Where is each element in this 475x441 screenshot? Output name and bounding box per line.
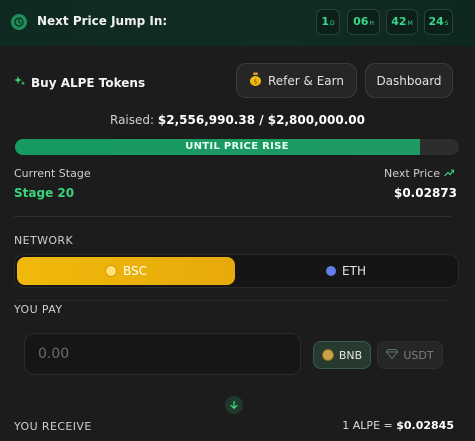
token-option-usdt-label: USDT [403, 348, 434, 362]
countdown-days-value: 1 [321, 15, 330, 28]
network-option-bsc-label: BSC [122, 264, 148, 278]
clock-icon [11, 14, 27, 30]
network-selector: BSC ETH [14, 254, 459, 288]
countdown-minutes-value: 42 [391, 15, 407, 28]
token-option-bnb[interactable]: BNB [313, 341, 371, 369]
countdown-seconds-unit: S [444, 20, 449, 27]
divider [14, 300, 451, 301]
you-pay-label: YOU PAY [14, 303, 63, 316]
sparkle-icon [14, 75, 26, 90]
countdown-days-unit: D [330, 20, 335, 27]
current-stage-label: Current Stage [14, 167, 91, 180]
countdown-days: 1 D [316, 9, 340, 35]
exchange-rate-prefix: 1 ALPE = [342, 419, 393, 432]
countdown-seconds-value: 24 [428, 15, 444, 28]
current-stage-value: Stage 20 [14, 186, 75, 200]
next-price-label: Next Price [384, 167, 440, 180]
exchange-rate: 1 ALPE = $0.02845 [342, 419, 454, 432]
divider [14, 216, 451, 217]
money-bag-icon: $ [249, 72, 262, 89]
countdown-hours-unit: H [369, 20, 374, 27]
next-price-value: $0.02873 [393, 186, 457, 200]
countdown-minutes-unit: M [407, 20, 413, 27]
raise-progress-bar: UNTIL PRICE RISE [15, 139, 459, 155]
network-label: NETWORK [14, 234, 74, 247]
countdown-hours: 06 H [347, 9, 380, 35]
trend-up-icon [444, 167, 455, 180]
usdt-diamond-icon [386, 348, 399, 362]
raised-prefix: Raised: [110, 113, 155, 127]
dashboard-button[interactable]: Dashboard [365, 63, 453, 98]
countdown-title: Next Price Jump In: [37, 14, 168, 28]
network-option-eth[interactable]: ETH [237, 257, 455, 285]
buy-title: Buy ALPE Tokens [14, 75, 145, 90]
refer-earn-label: Refer & Earn [268, 73, 344, 88]
countdown-minutes: 42 M [386, 9, 418, 35]
countdown-bar: Next Price Jump In: 1 D 06 H 42 M 24 S [0, 0, 475, 47]
raised-row: Raised: $2,556,990.38 / $2,800,000.00 [0, 113, 475, 127]
exchange-rate-value: $0.02845 [396, 419, 454, 432]
token-option-usdt[interactable]: USDT [377, 341, 443, 369]
bsc-coin-icon [104, 265, 117, 277]
network-option-eth-label: ETH [342, 264, 366, 278]
progress-label: UNTIL PRICE RISE [185, 141, 289, 152]
bnb-coin-icon [321, 349, 334, 361]
dashboard-label: Dashboard [376, 73, 442, 88]
network-option-bsc[interactable]: BSC [17, 257, 235, 285]
pay-amount-input[interactable] [24, 333, 301, 375]
refer-earn-button[interactable]: $ Refer & Earn [236, 63, 357, 98]
next-price-label-row: Next Price [384, 167, 455, 180]
eth-coin-icon [326, 266, 337, 276]
raised-amount: $2,556,990.38 / $2,800,000.00 [157, 113, 365, 127]
svg-text:$: $ [254, 79, 258, 86]
arrow-down-icon [225, 396, 243, 414]
token-option-bnb-label: BNB [338, 348, 363, 362]
countdown-hours-value: 06 [353, 15, 369, 28]
countdown-seconds: 24 S [424, 9, 453, 35]
you-receive-label: YOU RECEIVE [14, 420, 92, 433]
buy-title-text: Buy ALPE Tokens [31, 75, 146, 90]
